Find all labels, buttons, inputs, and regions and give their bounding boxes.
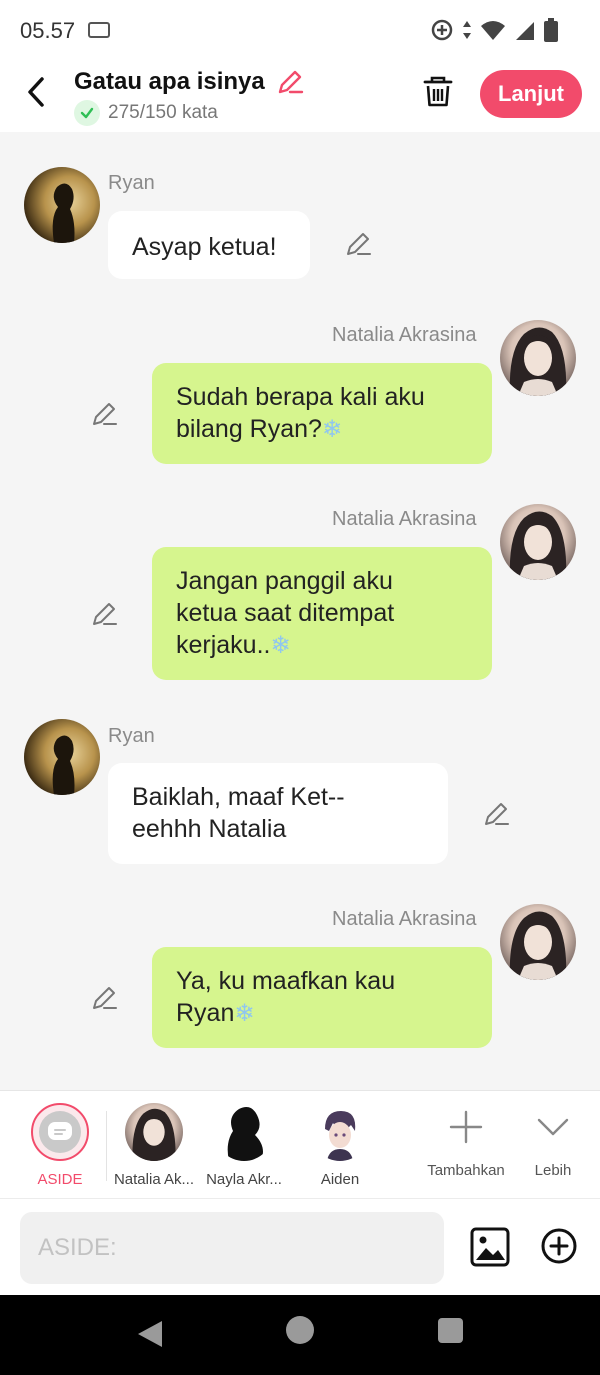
- message-line: eehhh Natalia: [132, 815, 287, 843]
- sender-name: Ryan: [108, 725, 155, 747]
- character-label: ASIDE: [37, 1171, 83, 1188]
- edit-title-pencil-icon[interactable]: [276, 68, 304, 96]
- message-bubble[interactable]: Sudah berapa kali aku bilang Ryan?❄: [152, 363, 492, 464]
- edit-message-pencil-icon[interactable]: [344, 230, 372, 258]
- sender-name: Natalia Akrasina: [332, 508, 477, 530]
- character-natalia[interactable]: Natalia Ak...: [108, 1103, 200, 1188]
- nav-recents-icon[interactable]: [438, 1318, 463, 1343]
- message-line: Ryan: [176, 999, 235, 1027]
- message-bubble[interactable]: Ya, ku maafkan kau Ryan❄: [152, 947, 492, 1048]
- story-title[interactable]: Gatau apa isinya: [74, 68, 265, 96]
- nav-back-icon[interactable]: [136, 1319, 164, 1349]
- nayla-avatar: [215, 1103, 273, 1161]
- editor-header: Gatau apa isinya 275/150 kata Lanjut: [0, 60, 600, 132]
- edit-message-pencil-icon[interactable]: [482, 800, 510, 828]
- character-label: Natalia Ak...: [113, 1171, 195, 1188]
- sender-name: Natalia Akrasina: [332, 324, 477, 346]
- message-line: ketua saat ditempat: [176, 599, 395, 627]
- sender-name: Ryan: [108, 172, 155, 194]
- character-label: Nayla Akr...: [206, 1171, 282, 1188]
- message-input[interactable]: [20, 1212, 444, 1284]
- message-input-bar: [0, 1198, 600, 1295]
- battery-icon: [544, 18, 558, 42]
- status-time: 05.57: [20, 18, 76, 43]
- nav-home-icon[interactable]: [286, 1316, 314, 1344]
- aiden-avatar: [311, 1103, 369, 1161]
- message-bubble[interactable]: Baiklah, maaf Ket-- eehhh Natalia: [108, 763, 448, 864]
- edit-message-pencil-icon[interactable]: [90, 984, 118, 1012]
- add-circle-icon[interactable]: [540, 1227, 578, 1265]
- back-arrow-icon[interactable]: [22, 74, 52, 110]
- plus-icon: [449, 1110, 483, 1144]
- picker-divider: [106, 1111, 107, 1181]
- message-line: Ya, ku maafkan kau: [176, 967, 396, 995]
- avatar-ryan[interactable]: [24, 719, 100, 795]
- avatar-natalia[interactable]: [500, 904, 576, 980]
- sender-name: Natalia Akrasina: [332, 908, 477, 930]
- more-label: Lebih: [534, 1162, 572, 1179]
- word-count-row: 275/150 kata: [74, 100, 218, 126]
- message-text: Asyap ketua!: [132, 233, 277, 261]
- word-count: 275/150 kata: [108, 102, 218, 123]
- more-button[interactable]: Lebih: [524, 1109, 582, 1179]
- signal-icon: [516, 22, 534, 40]
- message-line: kerjaku..: [176, 631, 271, 659]
- continue-button[interactable]: Lanjut: [480, 70, 582, 118]
- status-bar: 05.57: [0, 0, 600, 60]
- sync-icon: [431, 19, 453, 41]
- snowflake-emoji: ❄: [234, 1000, 255, 1027]
- add-label: Tambahkan: [427, 1162, 505, 1179]
- character-nayla[interactable]: Nayla Akr...: [198, 1103, 290, 1188]
- message-line: Sudah berapa kali aku: [176, 383, 425, 411]
- message-bubble[interactable]: Asyap ketua!: [108, 211, 310, 279]
- chevron-down-icon: [537, 1118, 569, 1136]
- chat-area[interactable]: Ryan Asyap ketua! Natalia Akrasina Sudah…: [0, 132, 600, 1090]
- character-aiden[interactable]: Aiden: [294, 1103, 386, 1188]
- check-icon: [74, 100, 100, 126]
- message-line: Baiklah, maaf Ket--: [132, 783, 345, 811]
- message-bubble[interactable]: Jangan panggil aku ketua saat ditempat k…: [152, 547, 492, 680]
- edit-message-pencil-icon[interactable]: [90, 600, 118, 628]
- status-icons: [430, 18, 558, 42]
- snowflake-emoji: ❄: [321, 416, 343, 443]
- character-aside[interactable]: ASIDE: [14, 1103, 106, 1188]
- system-nav-bar: [0, 1295, 600, 1375]
- message-line: bilang Ryan?: [176, 415, 322, 443]
- edit-message-pencil-icon[interactable]: [90, 400, 118, 428]
- message-line: Jangan panggil aku: [176, 567, 393, 595]
- snowflake-emoji: ❄: [270, 632, 291, 659]
- trash-icon[interactable]: [420, 74, 456, 110]
- aside-icon: [31, 1103, 89, 1161]
- wifi-icon: [481, 21, 505, 40]
- data-arrows-icon: [463, 21, 471, 39]
- natalia-avatar: [125, 1103, 183, 1161]
- character-label: Aiden: [320, 1171, 360, 1188]
- avatar-ryan[interactable]: [24, 167, 100, 243]
- image-icon[interactable]: [470, 1227, 510, 1267]
- add-character-button[interactable]: Tambahkan: [420, 1109, 512, 1179]
- avatar-natalia[interactable]: [500, 504, 576, 580]
- notification-icon: [88, 22, 110, 38]
- avatar-natalia[interactable]: [500, 320, 576, 396]
- character-picker: ASIDE Natalia Ak... Nayla Akr... Aiden T…: [0, 1090, 600, 1198]
